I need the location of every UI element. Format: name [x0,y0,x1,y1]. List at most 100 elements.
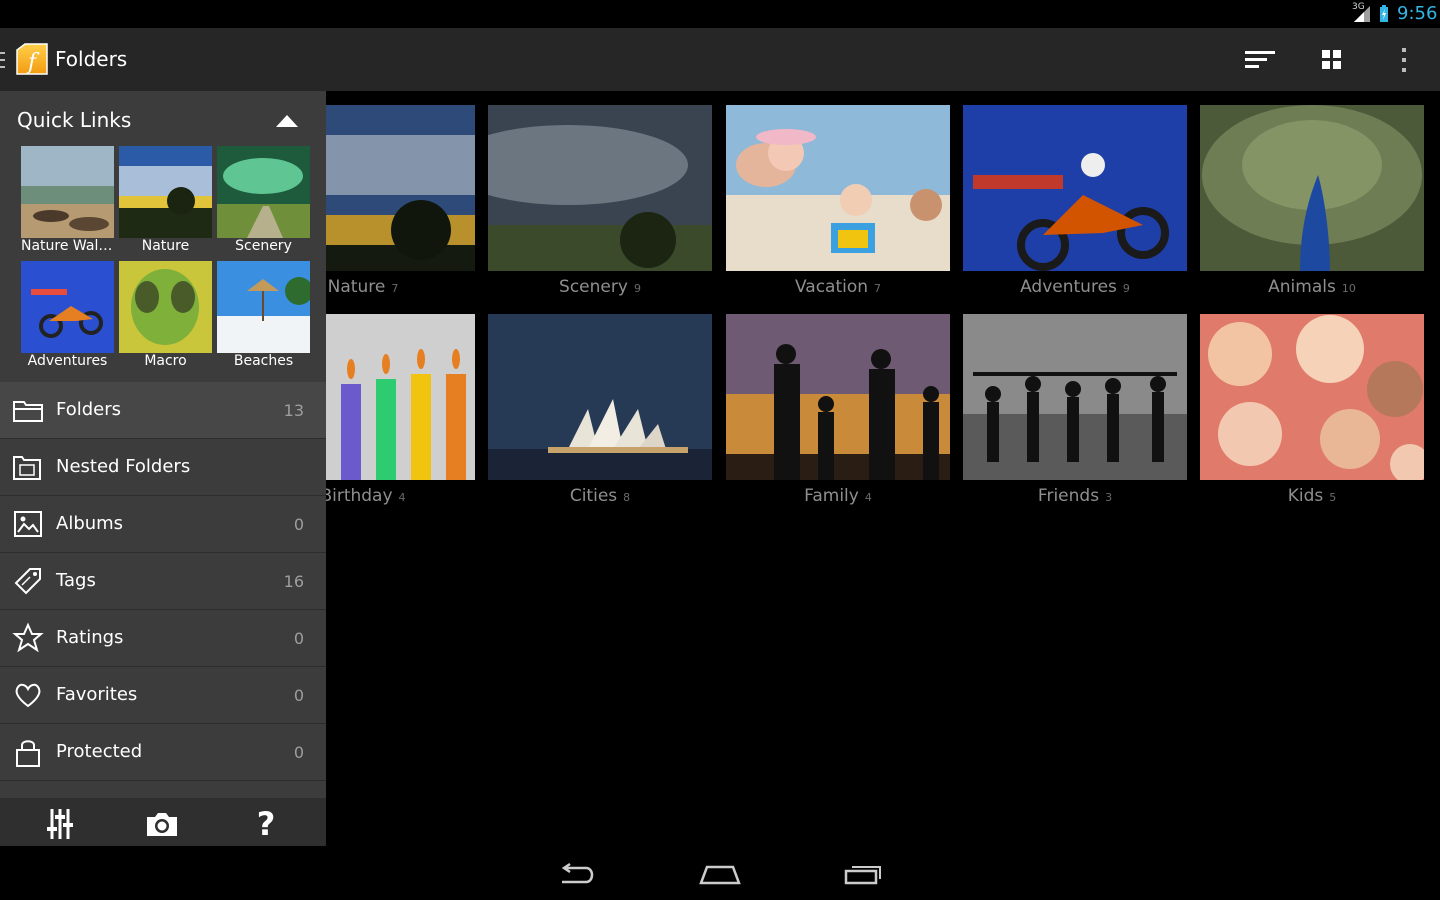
camera-button[interactable] [144,806,180,842]
folder-grid: Nature 7 Scenery 9 Vacation 7 Adventures 9 [326,91,1440,846]
nav-item-albums[interactable]: Albums 0 [0,496,326,553]
quick-link-scenery[interactable]: Scenery [217,146,310,256]
nav-item-favorites[interactable]: Favorites 0 [0,667,326,724]
folder-thumbnail [726,105,950,271]
folder-tile-friends[interactable]: Friends 3 [963,300,1187,506]
folder-count: 10 [1341,282,1356,295]
folder-tile-kids[interactable]: Kids 5 [1200,300,1424,506]
clock: 9:56 [1397,3,1438,24]
nav-count: 0 [293,743,304,762]
overflow-menu-icon [1402,48,1406,72]
thumbnail [21,261,114,353]
nav-item-protected[interactable]: Protected 0 [0,724,326,781]
folder-count: 4 [864,491,872,504]
help-button[interactable]: ? [248,805,284,843]
folder-tile-nature[interactable]: Nature 7 [326,91,475,297]
quick-link-macro[interactable]: Macro [119,261,212,371]
nav-item-nested-folders[interactable]: Nested Folders [0,439,326,496]
folder-tile-adventures[interactable]: Adventures 9 [963,91,1187,297]
drawer-indicator-icon[interactable] [0,52,6,68]
folder-tile-cities[interactable]: Cities 8 [488,300,712,506]
folder-count: 9 [1122,282,1130,295]
folder-tile-vacation[interactable]: Vacation 7 [726,91,950,297]
nav-label: Favorites [56,684,138,705]
folder-count: 7 [874,282,882,295]
quick-link-nature-wallpaper[interactable]: Nature Wall... [21,146,114,256]
nav-item-tags[interactable]: Tags 16 [0,553,326,610]
camera-icon [147,813,177,836]
folder-count: 9 [633,282,641,295]
folder-thumbnail [963,105,1187,271]
folder-tile-scenery[interactable]: Scenery 9 [488,91,712,297]
folder-thumbnail [963,314,1187,480]
nav-count: 0 [293,686,304,705]
grid-view-button[interactable] [1315,43,1349,77]
folder-count: 3 [1105,491,1113,504]
back-button[interactable] [552,856,600,892]
nav-label: Protected [56,741,143,762]
help-icon: ? [256,805,276,843]
navigation-drawer: Quick Links Nature Wall... Nature Scener… [0,91,326,846]
recent-apps-icon [844,866,881,885]
folder-thumbnail [326,105,475,271]
folder-tile-animals[interactable]: Animals 10 [1200,91,1424,297]
nav-item-ratings[interactable]: Ratings 0 [0,610,326,667]
quick-link-beaches[interactable]: Beaches [217,261,310,371]
recent-apps-button[interactable] [840,856,888,892]
grid-view-icon [1322,50,1341,69]
app-logo-icon[interactable]: f [15,42,49,76]
nav-item-folders[interactable]: Folders 13 [0,382,326,439]
drawer-footer: ? [0,798,326,846]
folder-name: Adventures [1020,277,1117,297]
heart-icon [15,683,41,708]
quick-link-adventures[interactable]: Adventures [21,261,114,371]
sort-icon [1245,51,1275,68]
page-title: Folders [55,47,128,71]
nav-label: Nested Folders [56,456,191,477]
overflow-menu-button[interactable] [1387,43,1421,77]
folder-tile-birthday[interactable]: Birthday 4 [326,300,475,506]
folder-name: Birthday [326,486,393,506]
folder-name: Family [804,486,859,506]
nav-count: 13 [283,401,304,420]
back-icon [561,862,594,884]
folder-thumbnail [726,314,950,480]
folder-name: Cities [569,486,618,506]
system-nav-bar [0,846,1440,900]
home-button[interactable] [696,856,744,892]
quick-links-header[interactable]: Quick Links [0,91,326,147]
quick-link-label: Beaches [233,353,294,369]
quick-link-label: Nature Wall... [21,238,114,254]
nav-label: Ratings [56,627,124,648]
folder-count: 4 [398,491,406,504]
folder-thumbnail [488,105,712,271]
folder-thumbnail [488,314,712,480]
quick-link-label: Adventures [27,353,108,369]
nav-label: Tags [56,570,96,591]
collapse-up-icon[interactable] [272,107,302,131]
nav-count: 16 [283,572,304,591]
nav-count: 0 [293,629,304,648]
thumbnail [119,261,212,353]
thumbnail [217,261,310,353]
quick-link-label: Nature [141,238,190,254]
thumbnail [21,146,114,238]
folder-icon [13,401,43,422]
settings-button[interactable] [42,806,78,842]
home-icon [699,865,741,885]
folder-name: Nature [327,277,386,297]
sort-button[interactable] [1243,43,1277,77]
quick-links-title: Quick Links [17,108,132,132]
lock-icon [16,740,40,767]
folder-thumbnail [1200,105,1424,271]
folder-name: Animals [1268,277,1336,297]
folder-thumbnail [1200,314,1424,480]
nav-count: 0 [293,515,304,534]
folder-name: Vacation [794,277,869,297]
nav-label: Albums [56,513,124,534]
folder-name: Scenery [559,277,628,297]
folder-tile-family[interactable]: Family 4 [726,300,950,506]
tag-icon [14,568,41,595]
quick-link-nature[interactable]: Nature [119,146,212,256]
battery-icon [1380,5,1388,22]
